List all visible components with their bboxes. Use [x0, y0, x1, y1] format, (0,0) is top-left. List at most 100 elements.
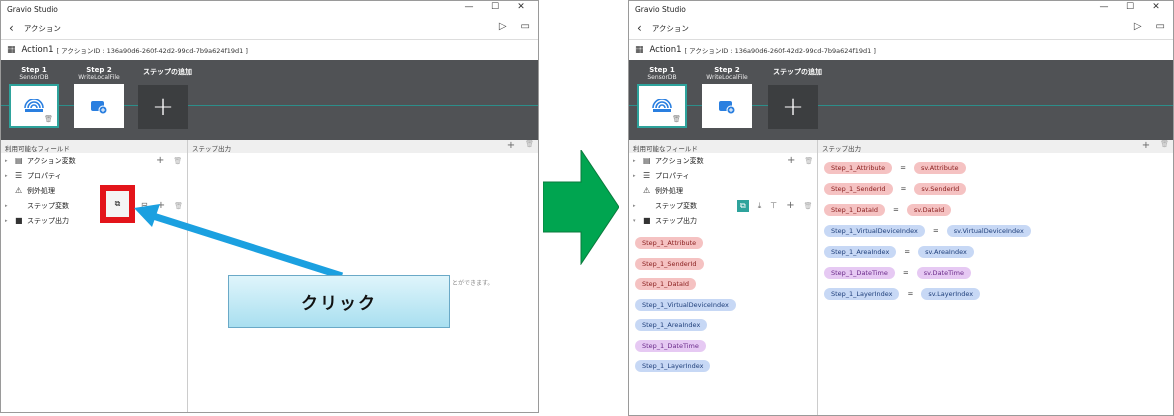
left-window: Gravio Studio — ☐ ✕ ‹ アクション ▷ ▭ ▦ Action… [0, 0, 539, 413]
fields-header: 利用可能なフィールド [633, 145, 698, 153]
filter-icon[interactable]: ⊤ [770, 201, 777, 210]
step-2[interactable]: Step 2 WriteLocalFile [702, 66, 752, 128]
mapping-row[interactable]: Step_1_DateTime = sv.DateTime [818, 262, 1173, 283]
trash-icon[interactable]: 🗑 [804, 157, 813, 165]
step-1[interactable]: Step 1 SensorDB 🗑 [9, 66, 59, 128]
console-icon[interactable]: ▭ [1156, 21, 1165, 32]
file-write-icon [91, 101, 108, 114]
trash-icon[interactable]: 🗑 [1160, 140, 1169, 151]
back-arrow-icon[interactable]: ‹ [637, 21, 642, 35]
field-chip[interactable]: Step_1_VirtualDeviceIndex [635, 298, 736, 311]
close-icon[interactable]: ✕ [508, 2, 534, 12]
field-row[interactable]: ⚠ 例外処理 [629, 183, 817, 198]
step-1-tile[interactable]: 🗑 [637, 84, 687, 128]
field-row[interactable]: ⚠ 例外処理 [1, 183, 187, 198]
trash-icon[interactable]: 🗑 [804, 202, 813, 210]
nav-bar: ‹ アクション ▷ ▭ [1, 17, 538, 39]
run-icon[interactable]: ▷ [1134, 21, 1142, 32]
console-icon[interactable]: ▭ [521, 21, 530, 32]
action-icon: ▦ [635, 45, 644, 55]
app-title: Gravio Studio [635, 5, 686, 14]
mapping-list: Step_1_Attribute = sv.Attribute Step_1_S… [818, 153, 1173, 304]
mapping-row[interactable]: Step_1_DataId = sv.DataId [818, 199, 1173, 220]
download-icon[interactable]: ⤓ [758, 201, 762, 211]
field-chip[interactable]: Step_1_DataId [635, 278, 696, 290]
add-step-button[interactable]: + [768, 85, 818, 129]
copy-fields-button-highlight[interactable]: ⧉ [100, 185, 135, 223]
title-bar: Gravio Studio — ☐ ✕ [1, 1, 538, 17]
nav-title: アクション [651, 23, 689, 33]
add-icon[interactable]: + [156, 155, 164, 166]
sensor-icon [652, 99, 672, 112]
field-chip[interactable]: Step_1_Attribute [635, 237, 704, 249]
fields-pane: 利用可能なフィールド ▸ ▤ アクション変数 + 🗑 ▸ ☰ プロパティ ⚠ 例外… [629, 140, 818, 415]
step-2-tile[interactable] [74, 84, 124, 128]
field-chip[interactable]: Step_1_AreaIndex [635, 319, 708, 331]
action-id: [ アクションID : 136a90d6-260f-42d2-99cd-7b9a… [56, 47, 248, 55]
field-chip[interactable]: Step_1_LayerIndex [635, 360, 711, 372]
field-chip[interactable]: Step_1_SenderId [635, 257, 704, 270]
add-step-button[interactable]: + [138, 85, 188, 129]
mapping-row[interactable]: Step_1_SenderId = sv.SenderId [818, 178, 1173, 199]
warning-icon: ⚠ [15, 186, 23, 195]
nav-bar: ‹ アクション ▷ ▭ [629, 17, 1173, 39]
filter-icon[interactable]: ⊟ [141, 201, 148, 210]
add-icon[interactable]: + [1142, 140, 1150, 151]
add-icon[interactable]: + [787, 155, 795, 166]
copy-fields-icon[interactable]: ⧉ [737, 199, 749, 212]
add-icon[interactable]: + [157, 200, 165, 211]
field-row[interactable]: ▸ ☰ プロパティ [629, 168, 817, 183]
steps-strip: Step 1 SensorDB 🗑 Step 2 WriteLocalFile [629, 60, 1173, 140]
trash-icon[interactable]: 🗑 [44, 115, 53, 123]
field-chip[interactable]: Step_1_DateTime [635, 339, 706, 352]
step-output-pane: ステップ出力 + 🗑 Step_1_Attribute = sv.Attribut… [818, 140, 1173, 415]
trash-icon[interactable]: 🗑 [173, 157, 182, 165]
click-callout: クリック [228, 275, 450, 328]
mapping-row[interactable]: Step_1_VirtualDeviceIndex = sv.VirtualDe… [818, 220, 1173, 241]
minimize-icon[interactable]: — [456, 2, 482, 12]
maximize-icon[interactable]: ☐ [1117, 2, 1143, 12]
field-row[interactable]: ▾ ■ ステップ出力 [629, 213, 817, 228]
trash-icon[interactable]: 🗑 [672, 115, 681, 123]
step-output-chip-list: Step_1_Attribute Step_1_SenderId Step_1_… [629, 228, 817, 374]
trash-icon[interactable]: 🗑 [525, 140, 534, 151]
mapping-row[interactable]: Step_1_LayerIndex = sv.LayerIndex [818, 283, 1173, 304]
list-icon: ▤ [15, 156, 23, 165]
field-row[interactable]: ▸ ▤ アクション変数 + 🗑 [1, 153, 187, 168]
step-output-header: ステップ出力 [192, 145, 231, 153]
minimize-icon[interactable]: — [1091, 2, 1117, 12]
field-row[interactable]: ▸ ▤ アクション変数 + 🗑 [629, 153, 817, 168]
action-id: [ アクションID : 136a90d6-260f-42d2-99cd-7b9a… [684, 47, 876, 55]
mapping-row[interactable]: Step_1_Attribute = sv.Attribute [818, 157, 1173, 178]
field-row[interactable]: ▸ ■ ステップ出力 [1, 213, 187, 228]
close-icon[interactable]: ✕ [1143, 2, 1169, 12]
field-row[interactable]: ▸ ☰ プロパティ [1, 168, 187, 183]
step-1[interactable]: Step 1 SensorDB 🗑 [637, 66, 687, 128]
step-2-tile[interactable] [702, 84, 752, 128]
action-name: Action1 [21, 45, 54, 55]
back-arrow-icon[interactable]: ‹ [9, 21, 14, 35]
properties-icon: ☰ [643, 171, 651, 180]
mapping-row[interactable]: Step_1_AreaIndex = sv.AreaIndex [818, 241, 1173, 262]
list-icon: ▤ [643, 156, 651, 165]
add-icon[interactable]: + [786, 200, 794, 211]
add-icon[interactable]: + [507, 140, 515, 151]
run-icon[interactable]: ▷ [499, 21, 507, 32]
fields-pane: 利用可能なフィールド ▸ ▤ アクション変数 + 🗑 ▸ ☰ プロパティ ⚠ 例外… [1, 140, 188, 412]
add-step-label: ステップの追加 [773, 68, 822, 76]
field-row[interactable]: ▸ ステップ変数 ⧉ ⤓ ⊤ + 🗑 [629, 198, 817, 213]
add-step-label: ステップの追加 [143, 68, 192, 76]
field-row[interactable]: ▸ ステップ変数 ⊟ + 🗑 [1, 198, 187, 213]
sensor-icon [24, 99, 44, 112]
step-2[interactable]: Step 2 WriteLocalFile [74, 66, 124, 128]
action-bar: ▦ Action1 [ アクションID : 136a90d6-260f-42d2… [629, 40, 1173, 60]
step-1-tile[interactable]: 🗑 [9, 84, 59, 128]
trash-icon[interactable]: 🗑 [174, 202, 183, 210]
action-name: Action1 [649, 45, 682, 55]
fields-header: 利用可能なフィールド [5, 145, 70, 153]
nav-title: アクション [23, 23, 61, 33]
step-output-header: ステップ出力 [822, 145, 861, 153]
green-arrow [543, 150, 619, 265]
video-icon: ■ [643, 216, 651, 225]
maximize-icon[interactable]: ☐ [482, 2, 508, 12]
